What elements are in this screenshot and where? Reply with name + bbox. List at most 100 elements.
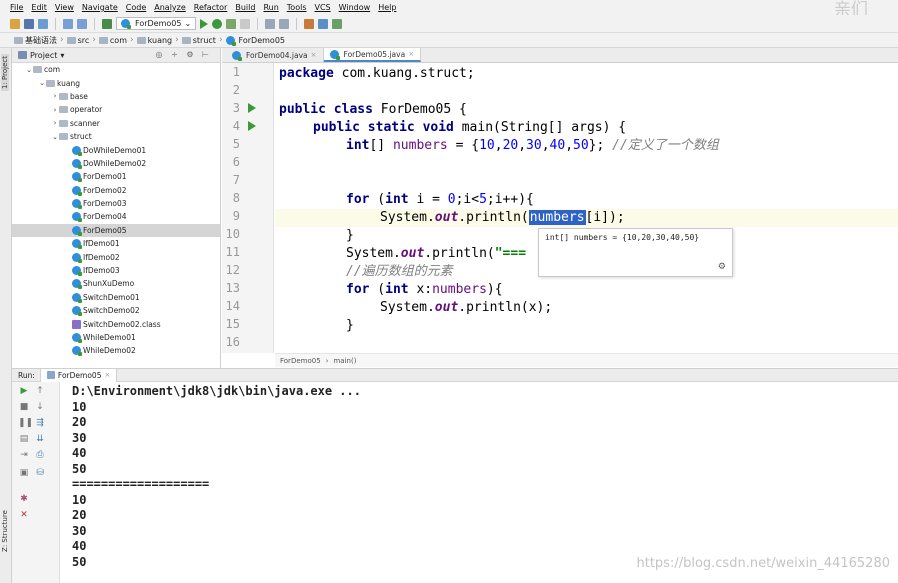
chevron-down-icon[interactable]: ⌄ <box>38 79 46 87</box>
tree-item[interactable]: IfDemo02 <box>12 250 220 263</box>
tree-item[interactable]: SwitchDemo01 <box>12 291 220 304</box>
menu-item-navigate[interactable]: Navigate <box>78 3 122 12</box>
chevron-right-icon[interactable]: › <box>51 92 59 100</box>
sdk-icon[interactable] <box>279 18 290 29</box>
menu-item-refactor[interactable]: Refactor <box>190 3 232 12</box>
menu-item-tools[interactable]: Tools <box>283 3 311 12</box>
forward-arrow-icon[interactable] <box>77 18 87 29</box>
nav-crumb[interactable]: struct <box>181 36 216 45</box>
close-icon[interactable]: × <box>311 51 317 59</box>
run-class-icon[interactable] <box>248 103 256 113</box>
close-icon[interactable]: ✕ <box>18 510 30 520</box>
save-icon[interactable] <box>24 18 34 29</box>
menu-item-file[interactable]: File <box>6 3 27 12</box>
menu-item-edit[interactable]: Edit <box>27 3 51 12</box>
sync-icon[interactable] <box>38 18 48 29</box>
editor-tab[interactable]: ForDemo05.java × <box>323 48 422 62</box>
close-icon[interactable]: × <box>104 371 110 379</box>
back-arrow-icon[interactable] <box>63 18 73 29</box>
debug-icon[interactable] <box>212 18 223 29</box>
print-icon[interactable]: ⎙ <box>34 450 46 460</box>
pin-icon[interactable]: ✱ <box>18 494 30 504</box>
tree-item[interactable]: DoWhileDemo01 <box>12 143 220 156</box>
menu-item-analyze[interactable]: Analyze <box>150 3 190 12</box>
project-structure-icon[interactable] <box>265 18 276 29</box>
tree-item[interactable]: ForDemo02 <box>12 184 220 197</box>
tree-item-label: base <box>70 91 88 101</box>
project-panel-tools[interactable]: ◎ ÷ ⚙ ⊢ <box>156 50 212 59</box>
tree-item[interactable]: SwitchDemo02.class <box>12 317 220 330</box>
nav-crumb[interactable]: com <box>98 36 127 45</box>
editor-tab[interactable]: ForDemo04.java × <box>226 48 324 62</box>
project-panel-title[interactable]: Project <box>30 51 57 60</box>
chevron-down-icon[interactable]: ⌄ <box>25 66 33 74</box>
menu-item-run[interactable]: Run <box>259 3 282 12</box>
tree-item[interactable]: ForDemo05 <box>12 223 220 238</box>
tree-item[interactable]: ForDemo03 <box>12 197 220 210</box>
chevron-right-icon[interactable]: › <box>51 106 59 114</box>
build-icon[interactable] <box>102 18 112 29</box>
layout-icon[interactable]: ▣ <box>18 468 30 478</box>
soft-wrap-icon[interactable]: ⇶ <box>34 418 46 428</box>
console-output[interactable]: D:\Environment\jdk8\jdk\bin\java.exe ...… <box>60 382 898 583</box>
tree-item[interactable]: WhileDemo01 <box>12 331 220 344</box>
tree-item[interactable]: ForDemo04 <box>12 210 220 223</box>
tree-item[interactable]: › scanner <box>12 117 220 130</box>
dump-threads-icon[interactable]: ▤ <box>18 434 30 444</box>
menu-item-build[interactable]: Build <box>231 3 259 12</box>
tree-item[interactable]: IfDemo03 <box>12 264 220 277</box>
tree-item[interactable]: ⌄ kuang <box>12 76 220 89</box>
chevron-down-icon[interactable]: ⌄ <box>51 133 59 141</box>
code-editor[interactable]: package com.kuang.struct; public class F… <box>275 63 898 353</box>
menu-item-code[interactable]: Code <box>122 3 150 12</box>
close-icon[interactable]: × <box>408 50 414 58</box>
tree-item[interactable]: ForDemo01 <box>12 170 220 183</box>
pause-icon[interactable]: ❚❚ <box>18 418 33 428</box>
tree-item[interactable]: DoWhileDemo02 <box>12 157 220 170</box>
tree-item[interactable]: › operator <box>12 103 220 116</box>
run-tab[interactable]: ForDemo05 × <box>39 368 118 382</box>
gear-icon[interactable]: ⚙ <box>718 262 726 272</box>
down-arrow-icon[interactable]: ↓ <box>34 402 46 412</box>
menu-item-window[interactable]: Window <box>335 3 375 12</box>
chevron-right-icon[interactable]: › <box>51 119 59 127</box>
nav-crumb[interactable]: kuang <box>136 36 172 45</box>
nav-crumb[interactable]: src <box>66 36 89 45</box>
stop-icon[interactable]: ■ <box>18 402 30 412</box>
nav-crumb[interactable]: ForDemo05 <box>225 35 285 46</box>
nav-crumb[interactable]: 基础语法 <box>14 35 57 46</box>
run-config-select[interactable]: ForDemo05 ⌄ <box>116 17 197 30</box>
coverage-icon[interactable] <box>226 18 237 29</box>
menu-item-help[interactable]: Help <box>374 3 400 12</box>
tree-item[interactable]: WhileDemo02 <box>12 344 220 357</box>
editor-breadcrumb-item[interactable]: main() <box>333 357 356 365</box>
vcs-icon[interactable] <box>332 18 343 29</box>
settings-icon[interactable] <box>304 18 315 29</box>
editor-breadcrumb-item[interactable]: ForDemo05 <box>280 357 321 365</box>
run-main-icon[interactable] <box>248 121 256 131</box>
scroll-to-end-icon[interactable]: ⇊ <box>34 434 46 444</box>
tree-item[interactable]: ⌄ struct <box>12 130 220 143</box>
run-icon[interactable] <box>200 18 209 29</box>
project-tool-tab[interactable]: 1: Project <box>1 54 9 91</box>
exit-icon[interactable]: ⇥ <box>18 450 30 460</box>
open-folder-icon[interactable] <box>10 18 20 29</box>
tree-item[interactable]: ⌄ com <box>12 63 220 76</box>
structure-tool-tab[interactable]: Z: Structure <box>1 510 9 552</box>
tree-item[interactable]: › base <box>12 90 220 103</box>
clear-all-icon[interactable]: ⛁ <box>34 468 46 478</box>
menu-bar: File Edit View Navigate Code Analyze Refactor B… <box>0 0 898 15</box>
package-icon <box>59 133 68 141</box>
stop-icon[interactable] <box>240 18 251 29</box>
menu-item-view[interactable]: View <box>51 3 78 12</box>
editor-gutter: 1 2 3 4 5 6 7 8 9 10 11 12 13 14 15 16 <box>222 63 274 353</box>
tree-item[interactable]: ShunXuDemo <box>12 277 220 290</box>
chevron-down-icon[interactable]: ▾ <box>60 51 64 60</box>
tree-item[interactable]: SwitchDemo02 <box>12 304 220 317</box>
rerun-icon[interactable]: ▶ <box>18 386 30 396</box>
package-icon <box>33 66 42 74</box>
menu-item-vcs[interactable]: VCS <box>311 3 335 12</box>
tree-item[interactable]: IfDemo01 <box>12 237 220 250</box>
terminal-icon[interactable] <box>318 18 329 29</box>
up-arrow-icon[interactable]: ↑ <box>34 386 46 396</box>
